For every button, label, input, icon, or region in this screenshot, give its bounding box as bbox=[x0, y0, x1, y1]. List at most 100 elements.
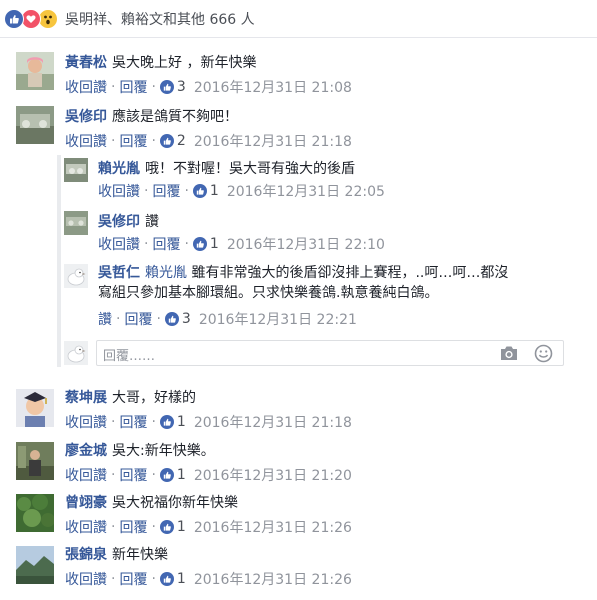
avatar[interactable] bbox=[64, 211, 88, 235]
thumbs-up-icon[interactable] bbox=[159, 572, 174, 586]
thumbs-up-icon[interactable] bbox=[192, 184, 207, 198]
separator: · bbox=[111, 79, 116, 95]
separator: · bbox=[151, 414, 156, 430]
reply-link[interactable]: 回覆 bbox=[119, 517, 147, 537]
separator: · bbox=[144, 183, 149, 199]
unlike-link[interactable]: 收回讚 bbox=[98, 234, 140, 254]
thumbs-up-icon[interactable] bbox=[159, 134, 174, 148]
timestamp[interactable]: 2016年12月31日 22:10 bbox=[227, 234, 385, 254]
separator: · bbox=[111, 414, 116, 430]
reply-text-continued: 寫組只參加基本腳環組。只求快樂養鴿.執意養純白鴿。 bbox=[98, 285, 439, 301]
avatar[interactable] bbox=[16, 389, 54, 427]
comment-author[interactable]: 廖金城 bbox=[65, 443, 107, 459]
camera-icon[interactable] bbox=[499, 345, 519, 362]
comment-text: 應該是鴿質不夠吧！ bbox=[112, 109, 238, 125]
avatar[interactable] bbox=[16, 546, 54, 584]
avatar[interactable] bbox=[16, 442, 54, 480]
timestamp[interactable]: 2016年12月31日 21:26 bbox=[194, 569, 352, 589]
comment-author[interactable]: 曾翊豪 bbox=[65, 495, 107, 511]
timestamp[interactable]: 2016年12月31日 21:18 bbox=[194, 131, 352, 151]
reply-link[interactable]: 回覆 bbox=[152, 234, 180, 254]
comment-author[interactable]: 張錦泉 bbox=[65, 547, 107, 563]
comment-text: 吳大晚上好 ，新年快樂 bbox=[112, 55, 257, 71]
like-count[interactable]: 3 bbox=[182, 311, 191, 327]
thumbs-up-icon[interactable] bbox=[192, 237, 207, 251]
like-count[interactable]: 3 bbox=[177, 79, 186, 95]
timestamp[interactable]: 2016年12月31日 21:26 bbox=[194, 517, 352, 537]
like-count[interactable]: 1 bbox=[177, 467, 186, 483]
unlike-link[interactable]: 收回讚 bbox=[65, 569, 107, 589]
thumbs-up-icon[interactable] bbox=[159, 415, 174, 429]
reply-link[interactable]: 回覆 bbox=[119, 412, 147, 432]
like-count[interactable]: 1 bbox=[177, 519, 186, 535]
reply-link[interactable]: 回覆 bbox=[119, 131, 147, 151]
comment-text: 吳大:新年快樂。 bbox=[112, 443, 215, 459]
reply-author[interactable]: 吳修印 bbox=[98, 214, 140, 230]
separator: · bbox=[111, 519, 116, 535]
timestamp[interactable]: 2016年12月31日 22:05 bbox=[227, 181, 385, 201]
avatar[interactable] bbox=[16, 494, 54, 532]
mention-link[interactable]: 賴光胤 bbox=[145, 265, 187, 281]
reply-link[interactable]: 回覆 bbox=[124, 309, 152, 329]
like-count[interactable]: 1 bbox=[177, 571, 186, 587]
separator: · bbox=[156, 311, 161, 327]
unlike-link[interactable]: 收回讚 bbox=[65, 412, 107, 432]
reactions-summary-text[interactable]: 吳明祥、賴裕文和其他 666 人 bbox=[65, 9, 255, 29]
timestamp[interactable]: 2016年12月31日 22:21 bbox=[199, 309, 357, 329]
reply-link[interactable]: 回覆 bbox=[119, 465, 147, 485]
like-count[interactable]: 1 bbox=[177, 414, 186, 430]
like-count[interactable]: 1 bbox=[210, 183, 219, 199]
like-link[interactable]: 讚 bbox=[98, 309, 112, 329]
reply-text: 哦！不對喔！吳大哥有強大的後盾 bbox=[145, 161, 355, 177]
separator: · bbox=[151, 571, 156, 587]
love-icon[interactable] bbox=[21, 8, 41, 29]
reply-link[interactable]: 回覆 bbox=[119, 569, 147, 589]
separator: · bbox=[111, 571, 116, 587]
reply-link[interactable]: 回覆 bbox=[152, 181, 180, 201]
avatar[interactable] bbox=[64, 158, 88, 182]
comment-author[interactable]: 黃春松 bbox=[65, 55, 107, 71]
comment-text: 新年快樂 bbox=[112, 547, 168, 563]
reply-author[interactable]: 吳哲仁 bbox=[98, 265, 140, 281]
separator: · bbox=[111, 133, 116, 149]
separator: · bbox=[184, 236, 189, 252]
separator: · bbox=[151, 519, 156, 535]
like-count[interactable]: 1 bbox=[210, 236, 219, 252]
comment-author[interactable]: 吳修印 bbox=[65, 109, 107, 125]
reactions-summary-bar: 吳明祥、賴裕文和其他 666 人 bbox=[0, 0, 597, 38]
like-count[interactable]: 2 bbox=[177, 133, 186, 149]
thumbs-up-icon[interactable] bbox=[164, 312, 179, 326]
unlike-link[interactable]: 收回讚 bbox=[65, 77, 107, 97]
reply-input-placeholder: 回覆…… bbox=[103, 349, 156, 364]
separator: · bbox=[151, 467, 156, 483]
reply-input[interactable]: 回覆…… bbox=[96, 340, 564, 366]
reply-text: 雖有非常強大的後盾卻沒排上賽程，..呵…呵…都沒 bbox=[191, 265, 509, 281]
timestamp[interactable]: 2016年12月31日 21:18 bbox=[194, 412, 352, 432]
thumbs-up-icon[interactable] bbox=[159, 80, 174, 94]
like-icon[interactable] bbox=[4, 8, 24, 29]
separator: · bbox=[151, 133, 156, 149]
reply-thread-rail bbox=[57, 155, 61, 367]
smile-icon[interactable] bbox=[534, 344, 553, 363]
avatar[interactable] bbox=[64, 264, 88, 288]
reply-link[interactable]: 回覆 bbox=[119, 77, 147, 97]
unlike-link[interactable]: 收回讚 bbox=[65, 517, 107, 537]
current-user-avatar bbox=[64, 341, 88, 365]
avatar[interactable] bbox=[16, 52, 54, 90]
unlike-link[interactable]: 收回讚 bbox=[65, 131, 107, 151]
reply-author[interactable]: 賴光胤 bbox=[98, 161, 140, 177]
timestamp[interactable]: 2016年12月31日 21:20 bbox=[194, 465, 352, 485]
separator: · bbox=[116, 311, 121, 327]
comment-text: 吳大祝福你新年快樂 bbox=[112, 495, 238, 511]
thumbs-up-icon[interactable] bbox=[159, 520, 174, 534]
separator: · bbox=[111, 467, 116, 483]
avatar[interactable] bbox=[16, 106, 54, 144]
wow-icon[interactable] bbox=[38, 8, 58, 29]
reply-text: 讚 bbox=[145, 214, 159, 230]
comment-author[interactable]: 蔡坤展 bbox=[65, 390, 107, 406]
thumbs-up-icon[interactable] bbox=[159, 468, 174, 482]
timestamp[interactable]: 2016年12月31日 21:08 bbox=[194, 77, 352, 97]
unlike-link[interactable]: 收回讚 bbox=[98, 181, 140, 201]
separator: · bbox=[151, 79, 156, 95]
unlike-link[interactable]: 收回讚 bbox=[65, 465, 107, 485]
